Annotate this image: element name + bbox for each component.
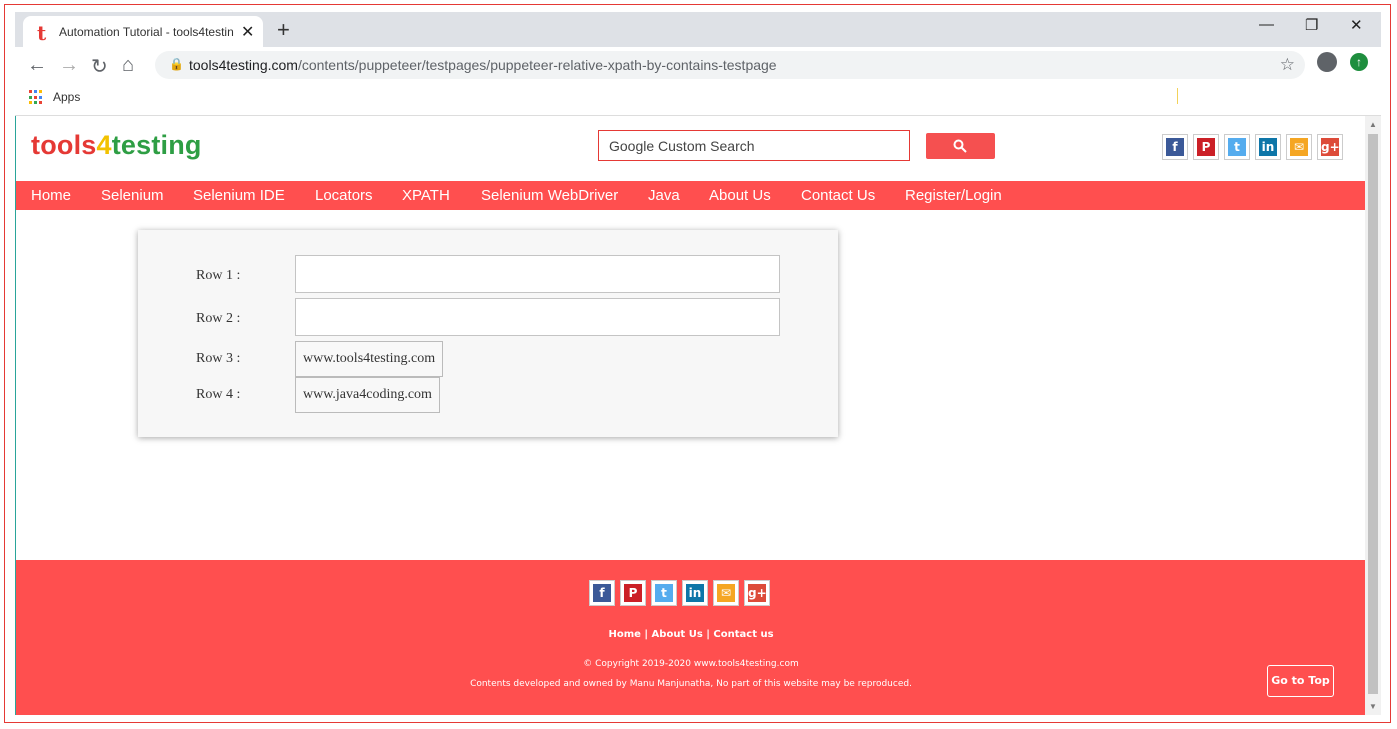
footer-email-link[interactable]: ✉: [713, 580, 739, 606]
browser-window: t Automation Tutorial - tools4testing ✕ …: [15, 12, 1381, 715]
header-email-link[interactable]: ✉: [1286, 134, 1312, 160]
footer-social-icons: f Pt in ✉ g+: [589, 580, 770, 606]
scroll-down-icon[interactable]: ▼: [1369, 702, 1377, 711]
restore-icon[interactable]: ❐: [1305, 16, 1318, 34]
address-bar[interactable]: 🔒 tools4testing.com/contents/puppeteer/t…: [155, 51, 1305, 79]
email-icon: ✉: [717, 584, 735, 602]
nav-item-selenium[interactable]: Selenium: [101, 187, 164, 204]
header-googleplus-link[interactable]: g+: [1317, 134, 1343, 160]
googleplus-icon: g+: [748, 584, 767, 602]
row-4-button[interactable]: www.java4coding.com: [295, 377, 440, 413]
twitter-icon: t: [1228, 138, 1246, 156]
browser-tab[interactable]: t Automation Tutorial - tools4testing ✕: [23, 16, 263, 47]
footer-link-about-us[interactable]: About Us: [652, 629, 703, 640]
footer-link-home[interactable]: Home: [608, 629, 640, 640]
forward-icon[interactable]: →: [59, 54, 79, 77]
scroll-thumb[interactable]: [1368, 134, 1378, 694]
header-pinterest-link[interactable]: P: [1193, 134, 1219, 160]
go-to-top-button[interactable]: Go to Top: [1267, 665, 1334, 697]
email-icon: ✉: [1290, 138, 1308, 156]
nav-item-register-login[interactable]: Register/Login: [905, 187, 1002, 204]
header-facebook-link[interactable]: f: [1162, 134, 1188, 160]
bookmarks-bar: Apps: [15, 84, 1381, 116]
tab-strip: t Automation Tutorial - tools4testing ✕ …: [15, 12, 1381, 47]
site-logo[interactable]: tools4testing: [31, 130, 202, 161]
logo-part-testing: testing: [111, 130, 202, 160]
nav-item-selenium-webdriver[interactable]: Selenium WebDriver: [481, 187, 618, 204]
tab-title: Automation Tutorial - tools4testing: [59, 25, 234, 39]
row-1-label: Row 1 :: [196, 268, 241, 283]
url-host: tools4testing.com: [189, 57, 298, 73]
nav-item-selenium-ide[interactable]: Selenium IDE: [193, 187, 285, 204]
search-icon: [953, 139, 967, 153]
browser-toolbar: ← → ↻ ⌂ 🔒 tools4testing.com/contents/pup…: [15, 47, 1381, 84]
row-1-input[interactable]: [295, 255, 780, 293]
home-icon[interactable]: ⌂: [122, 54, 134, 77]
bookmark-separator: [1177, 88, 1178, 104]
footer-facebook-link[interactable]: f: [589, 580, 615, 606]
scroll-up-icon[interactable]: ▲: [1369, 120, 1377, 129]
url-text: tools4testing.com/contents/puppeteer/tes…: [189, 57, 777, 73]
bookmark-star-icon[interactable]: ☆: [1280, 55, 1295, 75]
main-nav: Home Selenium Selenium IDE Locators XPATH Sel…: [16, 181, 1366, 210]
facebook-icon: f: [1166, 138, 1184, 156]
row-2-input[interactable]: [295, 298, 780, 336]
back-icon[interactable]: ←: [27, 54, 47, 77]
header-social-icons: f Pt in ✉ g+: [1162, 134, 1343, 160]
row-4-label: Row 4 :: [196, 387, 241, 402]
nav-item-xpath[interactable]: XPATH: [402, 187, 450, 204]
footer-link-separator: |: [702, 629, 714, 640]
footer-link-contact-us[interactable]: Contact us: [713, 629, 773, 640]
footer-googleplus-link[interactable]: g+: [744, 580, 770, 606]
nav-item-home[interactable]: Home: [31, 187, 71, 204]
footer-links: Home | About Us | Contact us: [16, 629, 1366, 640]
row-2-label: Row 2 :: [196, 311, 241, 326]
minimize-icon[interactable]: —: [1259, 16, 1274, 33]
reload-icon[interactable]: ↻: [91, 54, 108, 79]
update-icon[interactable]: ↑: [1350, 53, 1368, 71]
lock-icon: 🔒: [169, 57, 184, 71]
row-3-button[interactable]: www.tools4testing.com: [295, 341, 444, 377]
footer-twitter-link[interactable]: t: [651, 580, 677, 606]
nav-item-locators[interactable]: Locators: [315, 187, 373, 204]
pinterest-icon: P: [1197, 138, 1215, 156]
twitter-icon: t: [655, 584, 673, 602]
nav-item-java[interactable]: Java: [648, 187, 680, 204]
new-tab-icon[interactable]: +: [277, 17, 290, 43]
footer-link-separator: |: [640, 629, 652, 640]
facebook-icon: f: [593, 584, 611, 602]
search-input[interactable]: [607, 131, 901, 160]
pinterest-icon: P: [624, 584, 642, 602]
profile-avatar-icon[interactable]: [1317, 52, 1337, 72]
close-window-icon[interactable]: ✕: [1350, 16, 1363, 34]
apps-grid-icon[interactable]: [29, 90, 44, 105]
footer: f Pt in ✉ g+ Home | About Us | Contact us © …: [16, 560, 1366, 715]
search-button[interactable]: [926, 133, 995, 159]
linkedin-icon: in: [1259, 138, 1277, 156]
googleplus-icon: g+: [1321, 138, 1340, 156]
header-twitter-link[interactable]: t: [1224, 134, 1250, 160]
nav-item-about-us[interactable]: About Us: [709, 187, 771, 204]
footer-linkedin-link[interactable]: in: [682, 580, 708, 606]
row-3-label: Row 3 :: [196, 351, 241, 366]
custom-search-box: [598, 130, 910, 161]
linkedin-icon: in: [686, 584, 704, 602]
web-page: tools4testing fPtin✉g+ HomeSeleniumSelen…: [15, 116, 1366, 715]
page-scrollbar[interactable]: ▲ ▼: [1365, 116, 1381, 715]
logo-part-tools: tools: [31, 130, 97, 160]
tab-favicon: t: [37, 21, 47, 45]
nav-item-contact-us[interactable]: Contact Us: [801, 187, 875, 204]
url-path: /contents/puppeteer/testpages/puppeteer-…: [297, 57, 777, 73]
logo-part-bolt: 4: [96, 130, 112, 160]
header-linkedin-link[interactable]: in: [1255, 134, 1281, 160]
footer-pinterest-link[interactable]: P: [620, 580, 646, 606]
test-form-card: Row 1 : Row 2 : Row 3 : www.tools4testing.c…: [138, 230, 838, 437]
apps-bookmark[interactable]: Apps: [53, 90, 80, 104]
tab-close-icon[interactable]: ✕: [241, 22, 254, 42]
footer-copyright: © Copyright 2019-2020 www.tools4testing.…: [583, 659, 799, 669]
footer-ownership: Contents developed and owned by Manu Man…: [470, 679, 912, 689]
